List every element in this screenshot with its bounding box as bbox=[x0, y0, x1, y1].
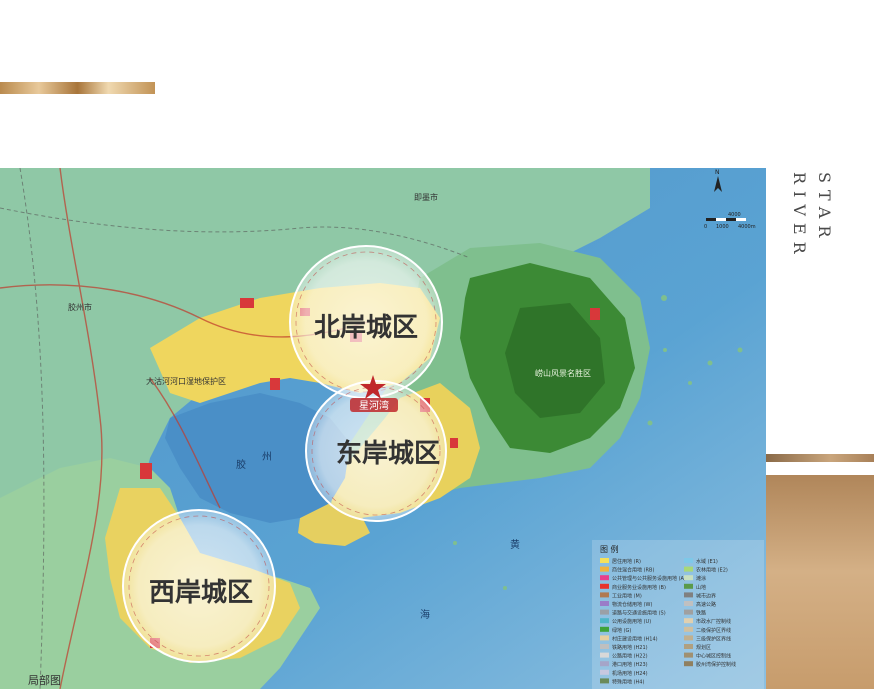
legend-swatch bbox=[600, 626, 609, 632]
legend-item-label: 公用设施用地 (U) bbox=[612, 618, 651, 625]
legend-swatch bbox=[600, 661, 609, 667]
legend-swatch bbox=[600, 609, 609, 615]
side-title-star-river: STAR RIVER bbox=[789, 170, 849, 300]
legend-item-label: 规划区 bbox=[696, 644, 711, 651]
legend-swatch bbox=[684, 558, 693, 563]
corner-label: 局部图 bbox=[28, 673, 61, 687]
legend-item-label: 胶州湾保护控制线 bbox=[696, 661, 736, 668]
legend-item-label: 机场用地 (H24) bbox=[612, 670, 648, 677]
legend-item-label: 公共管理与公共服务设施用地 (A) bbox=[612, 575, 686, 582]
gold-texture-strip bbox=[0, 82, 155, 94]
legend-panel: 图 例 居住用地 (R) 商住混合用地 (RB)公共管理与公共服务设施用地 (A)… bbox=[592, 540, 764, 689]
label-jimo: 即墨市 bbox=[414, 192, 438, 202]
legend-swatch bbox=[600, 618, 609, 624]
legend-item-label: 市政水厂控制线 bbox=[696, 618, 731, 625]
legend-swatch bbox=[600, 583, 609, 589]
legend-swatch bbox=[600, 558, 609, 563]
label-jiaozhou: 胶州市 bbox=[68, 302, 92, 312]
district-label-west: 西岸城区 bbox=[149, 578, 253, 608]
legend-item-label: 铁路 bbox=[696, 610, 706, 617]
legend-item-label: 二级保护区界线 bbox=[696, 627, 731, 634]
legend-item-label: 绿地 (G) bbox=[612, 627, 631, 634]
legend-item-label: 物流仓储用地 (W) bbox=[612, 601, 652, 608]
legend-swatch bbox=[684, 626, 693, 632]
legend-item-label: 公路用地 (H22) bbox=[612, 653, 648, 660]
legend-swatch bbox=[684, 644, 693, 649]
decorative-band-block bbox=[766, 475, 874, 689]
legend-item-label: 居住用地 (R) bbox=[612, 558, 641, 565]
legend-swatch bbox=[600, 678, 609, 684]
scale-label-4000m: 4000m bbox=[738, 224, 756, 230]
legend-title: 图 例 bbox=[600, 544, 619, 554]
legend-item-label: 商住混合用地 (RB) bbox=[612, 567, 654, 574]
legend-item-label: 中心城区控制线 bbox=[696, 653, 731, 660]
label-bay-jiao: 胶 bbox=[236, 458, 246, 471]
legend-swatch bbox=[684, 635, 693, 641]
legend-item-label: 铁路用地 (H21) bbox=[612, 644, 648, 651]
legend-swatch bbox=[600, 669, 609, 675]
legend-swatch bbox=[600, 601, 609, 606]
scale-label-1000: 1000 bbox=[716, 224, 729, 230]
legend-swatch bbox=[600, 575, 609, 581]
side-title-star: STAR bbox=[815, 172, 834, 244]
legend-item-label: 港口用地 (H23) bbox=[612, 661, 648, 668]
label-laoshan: 崂山风景名胜区 bbox=[535, 368, 591, 378]
scale-label-4000: 4000 bbox=[728, 212, 741, 218]
district-label-east: 东岸城区 bbox=[336, 438, 440, 469]
legend-swatch bbox=[600, 566, 609, 572]
legend-item-label: 滩涂 bbox=[696, 575, 706, 582]
legend-swatch bbox=[600, 635, 609, 641]
district-circle-west: 西岸城区 bbox=[122, 509, 276, 663]
legend-item-label: 三级保护区界线 bbox=[696, 635, 731, 642]
legend-item-label: 水域 (E1) bbox=[696, 558, 718, 565]
label-sea-hai: 海 bbox=[420, 608, 430, 621]
label-sea-huang: 黄 bbox=[510, 538, 520, 551]
legend-swatch bbox=[684, 661, 693, 667]
side-title-river: RIVER bbox=[790, 172, 809, 261]
legend-item-label: 道路与交通设施用地 (S) bbox=[612, 610, 666, 617]
legend-swatch bbox=[684, 652, 693, 658]
decorative-band-thin bbox=[766, 454, 874, 462]
legend-swatch bbox=[600, 644, 609, 649]
legend-item-label: 商业服务业设施用地 (B) bbox=[612, 584, 666, 591]
legend-swatch bbox=[684, 583, 693, 589]
legend-item-label: 工业用地 (M) bbox=[612, 592, 642, 599]
legend-swatch bbox=[684, 575, 693, 581]
legend-swatch bbox=[600, 592, 609, 598]
district-label-north: 北岸城区 bbox=[314, 313, 418, 343]
brand-label: 星河湾 bbox=[359, 399, 389, 412]
legend-item-label: 农林用地 (E2) bbox=[696, 567, 728, 574]
legend-item-label: 山地 bbox=[696, 584, 706, 591]
legend-swatch bbox=[684, 592, 693, 598]
label-wetland: 大沽河河口湿地保护区 bbox=[146, 376, 226, 386]
label-bay-zhou: 州 bbox=[262, 451, 272, 463]
legend-swatch bbox=[684, 566, 693, 572]
legend-swatch bbox=[684, 601, 693, 606]
legend-item-label: 村庄建设用地 (H14) bbox=[612, 635, 658, 642]
legend-item-label: 特殊用地 (H4) bbox=[612, 678, 644, 685]
svg-text:N: N bbox=[715, 169, 720, 176]
city-planning-map: 胶州市 即墨市 大沽河河口湿地保护区 崂山风景名胜区 胶 州 黄 海 N 0 1… bbox=[0, 168, 766, 689]
district-circle-north: 北岸城区 bbox=[289, 245, 443, 399]
scale-label-0: 0 bbox=[704, 224, 707, 230]
legend-swatch bbox=[600, 652, 609, 658]
legend-item-label: 城市边界 bbox=[696, 592, 716, 599]
legend-swatch bbox=[684, 609, 693, 615]
legend-item-label: 高速公路 bbox=[696, 601, 716, 608]
legend-swatch bbox=[684, 618, 693, 624]
map-canvas: 胶州市 即墨市 大沽河河口湿地保护区 崂山风景名胜区 胶 州 黄 海 N 0 1… bbox=[0, 168, 766, 689]
